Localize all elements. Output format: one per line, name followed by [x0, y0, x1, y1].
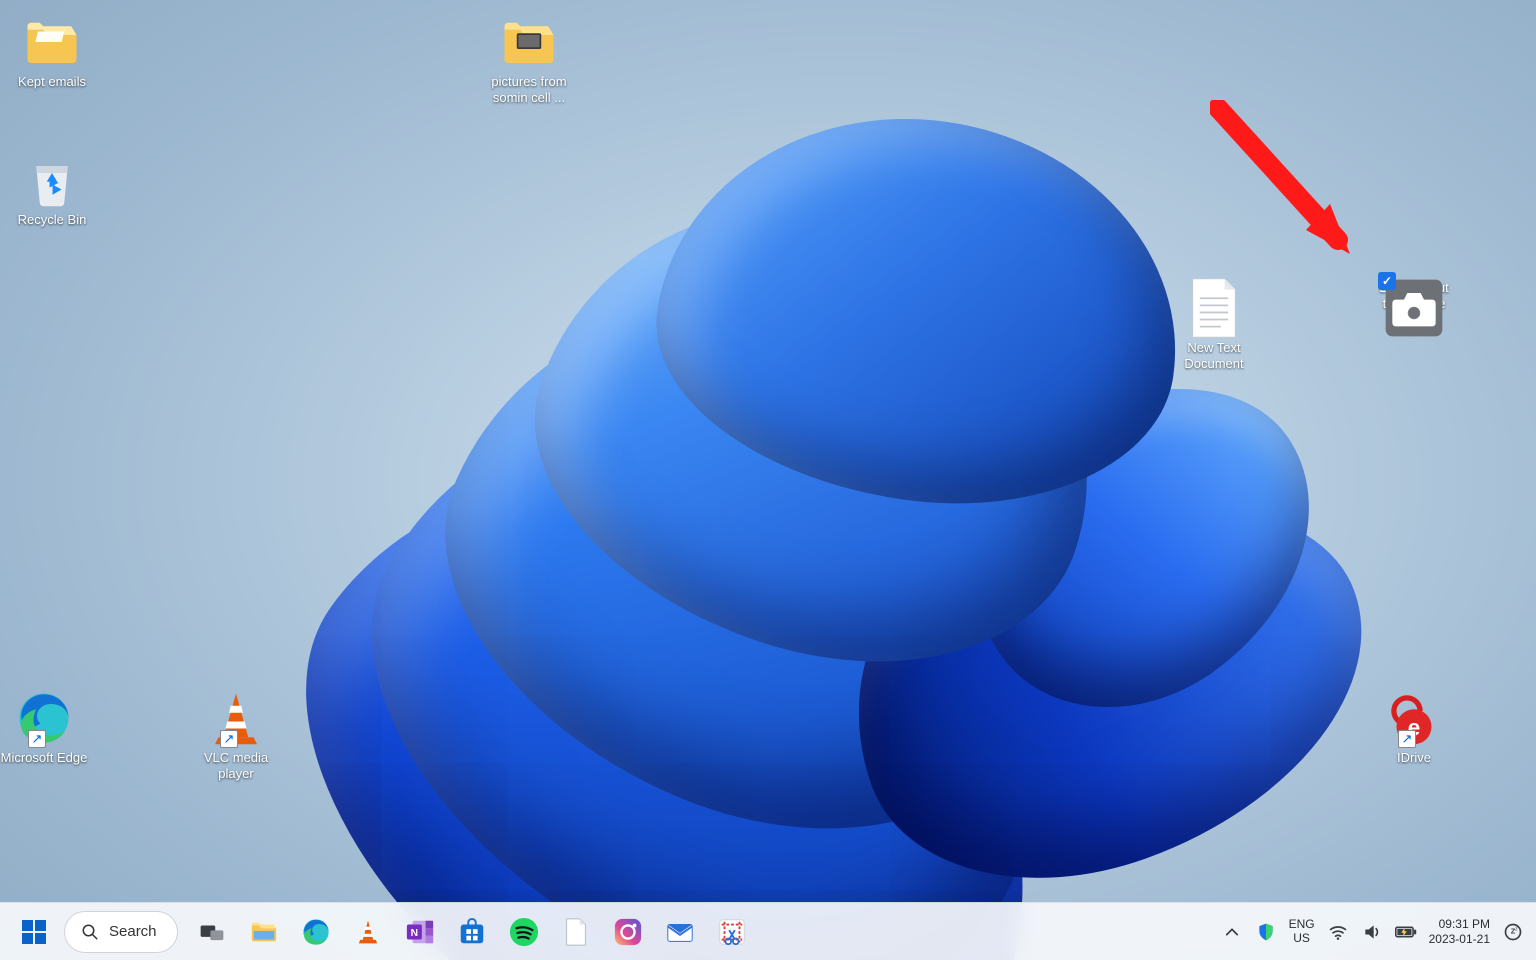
- vlc-cone-icon: [354, 918, 382, 946]
- snipping-tool-icon: [717, 917, 747, 947]
- file-explorer-icon: [249, 917, 279, 947]
- taskbar-vlc[interactable]: [346, 910, 390, 954]
- desktop-icon-kept-emails[interactable]: Kept emails: [8, 12, 96, 90]
- tray-security[interactable]: [1255, 921, 1277, 943]
- desktop-icon-idrive[interactable]: e ↗ IDrive: [1370, 688, 1458, 766]
- desktop-icon-label: IDrive: [1397, 750, 1431, 766]
- svg-text:N: N: [410, 927, 417, 938]
- search-icon: [81, 923, 99, 941]
- tray-overflow[interactable]: [1221, 921, 1243, 943]
- desktop-icon-label: Kept emails: [18, 74, 86, 90]
- desktop-icon-vlc[interactable]: ↗ VLC media player: [192, 688, 280, 783]
- windows-logo-icon: [20, 918, 48, 946]
- taskbar-task-view[interactable]: [190, 910, 234, 954]
- taskbar-store[interactable]: [450, 910, 494, 954]
- folder-open-icon: [24, 14, 80, 70]
- taskbar-spotify[interactable]: [502, 910, 546, 954]
- text-file-icon: [1189, 277, 1239, 339]
- taskbar-mail[interactable]: [658, 910, 702, 954]
- clock-date: 2023-01-21: [1429, 932, 1490, 946]
- instagram-icon: [613, 917, 643, 947]
- tray-language[interactable]: ENG US: [1289, 918, 1315, 944]
- taskbar: Search N: [0, 902, 1536, 960]
- desktop-icon-label: Recycle Bin: [18, 212, 87, 228]
- wifi-icon: [1328, 922, 1348, 942]
- folder-picture-icon: [501, 14, 557, 70]
- lang-top: ENG: [1289, 918, 1315, 931]
- shortcut-overlay-icon: ↗: [220, 730, 238, 748]
- tray-wifi[interactable]: [1327, 921, 1349, 943]
- mail-icon: [665, 917, 695, 947]
- taskbar-search[interactable]: Search: [64, 911, 178, 953]
- battery-icon: [1395, 924, 1417, 940]
- clock-time: 09:31 PM: [1429, 917, 1490, 931]
- wallpaper-bloom: [230, 80, 1330, 900]
- onenote-icon: N: [405, 917, 435, 947]
- desktop-icon-new-text[interactable]: New Text Document: [1170, 278, 1258, 373]
- recycle-bin-icon: [24, 152, 80, 208]
- taskbar-file-explorer[interactable]: [242, 910, 286, 954]
- tray-volume[interactable]: [1361, 921, 1383, 943]
- taskbar-onenote[interactable]: N: [398, 910, 442, 954]
- taskbar-edge[interactable]: [294, 910, 338, 954]
- desktop-icon-label: Microsoft Edge: [1, 750, 88, 766]
- selection-check-icon: [1378, 272, 1396, 290]
- lang-bottom: US: [1289, 932, 1315, 945]
- shortcut-overlay-icon: ↗: [1398, 730, 1416, 748]
- taskbar-instagram[interactable]: [606, 910, 650, 954]
- shield-icon: [1256, 922, 1276, 942]
- start-button[interactable]: [12, 910, 56, 954]
- task-view-icon: [199, 919, 225, 945]
- desktop[interactable]: Kept emails Recycle Bin pictures from so…: [0, 0, 1536, 960]
- desktop-icon-label: New Text Document: [1170, 340, 1258, 373]
- store-icon: [457, 917, 487, 947]
- tray-focus[interactable]: Zz: [1502, 921, 1524, 943]
- annotation-arrow: [1210, 100, 1370, 270]
- focus-icon: Zz: [1503, 922, 1523, 942]
- shortcut-overlay-icon: ↗: [28, 730, 46, 748]
- taskbar-search-label: Search: [109, 923, 157, 940]
- tray-battery[interactable]: [1395, 921, 1417, 943]
- taskbar-snipping-tool[interactable]: [710, 910, 754, 954]
- desktop-icon-edge[interactable]: ↗ Microsoft Edge: [0, 688, 88, 766]
- desktop-icon-label: VLC media player: [192, 750, 280, 783]
- chevron-up-icon: [1225, 925, 1239, 939]
- desktop-icon-learn-picture[interactable]: Learn about this picture: [1370, 278, 1458, 313]
- tray-clock[interactable]: 09:31 PM 2023-01-21: [1429, 917, 1490, 946]
- document-icon: [562, 917, 590, 947]
- desktop-icon-label: pictures from somin cell ...: [485, 74, 573, 107]
- spotify-icon: [509, 917, 539, 947]
- svg-text:z: z: [1515, 926, 1518, 932]
- taskbar-libreoffice[interactable]: [554, 910, 598, 954]
- desktop-icon-recycle-bin[interactable]: Recycle Bin: [8, 150, 96, 228]
- edge-icon: [301, 917, 331, 947]
- desktop-icon-pictures-folder[interactable]: pictures from somin cell ...: [485, 12, 573, 107]
- speaker-icon: [1362, 922, 1382, 942]
